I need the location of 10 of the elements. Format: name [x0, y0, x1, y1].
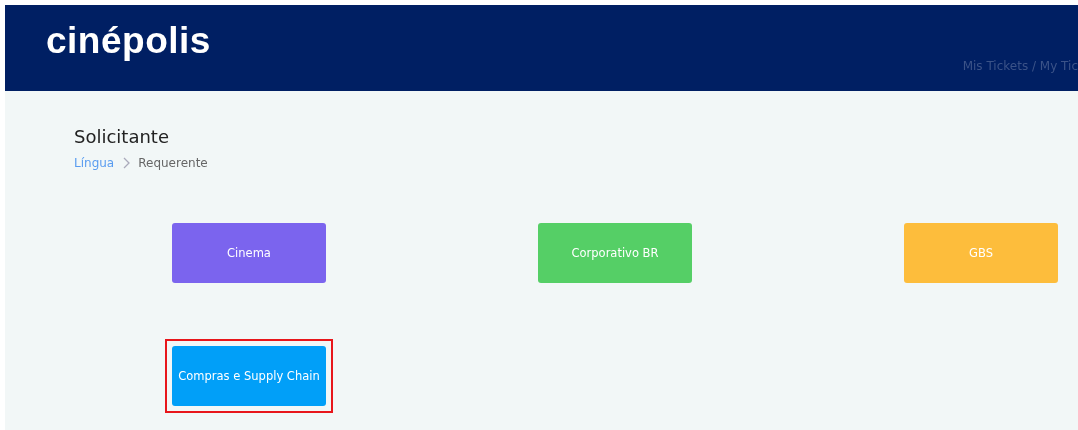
breadcrumb-link[interactable]: Língua	[74, 156, 115, 170]
nav-link[interactable]: Mis Tickets / My Tic	[962, 59, 1078, 73]
breadcrumb-current: Requerente	[138, 156, 208, 170]
logo: cinépolis	[46, 20, 211, 62]
chevron-icon	[122, 157, 131, 169]
category-button[interactable]: GBS	[904, 223, 1058, 283]
category-button[interactable]: Corporativo BR	[538, 223, 692, 283]
category-button[interactable]: Compras e Supply Chain	[172, 346, 326, 406]
page-title: Solicitante	[74, 126, 170, 147]
category-button[interactable]: Cinema	[172, 223, 326, 283]
